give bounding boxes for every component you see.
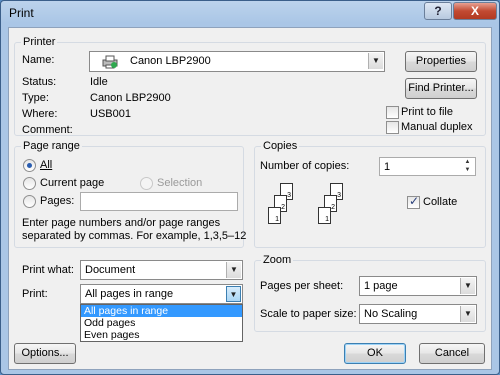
type-value: Canon LBP2900 [90,92,171,104]
pages-input[interactable] [80,192,238,211]
current-page-radio[interactable] [23,177,36,190]
print-what-label: Print what: [22,264,74,276]
chevron-down-icon[interactable]: ▼ [226,286,241,302]
printer-name-select[interactable]: Canon LBP2900 ▼ [89,51,385,72]
zoom-group-label: Zoom [261,254,294,266]
options-button[interactable]: Options... [14,343,76,364]
number-of-copies-spinner[interactable]: 1 ▲ ▼ [379,157,476,176]
print-what-select[interactable]: Document ▼ [80,260,243,280]
chevron-down-icon[interactable]: ▼ [460,278,475,294]
window-title: Print [9,6,34,20]
pages-per-sheet-select[interactable]: 1 page ▼ [359,276,477,296]
collate-label: Collate [423,196,458,208]
find-printer-button[interactable]: Find Printer... [405,78,477,99]
pages-radio[interactable] [23,195,36,208]
collate-page-icon: 1 [268,207,281,224]
help-button[interactable]: ? [424,2,452,20]
dropdown-option-odd-pages[interactable]: Odd pages [81,317,242,329]
scale-to-paper-select[interactable]: No Scaling ▼ [359,304,477,324]
chevron-down-icon[interactable]: ▼ [226,262,241,278]
where-value: USB001 [90,108,131,120]
manual-duplex-label: Manual duplex [401,121,473,133]
pages-per-sheet-label: Pages per sheet: [260,280,344,292]
dialog-body: Printer Name: Canon LBP2900 ▼ Status: Id… [8,27,492,370]
all-pages-radio[interactable] [23,159,36,172]
properties-button[interactable]: Properties [405,51,477,72]
selection-radio[interactable] [140,177,153,190]
cancel-button[interactable]: Cancel [419,343,485,364]
scale-to-paper-label: Scale to paper size: [260,308,357,320]
print-dropdown-list: All pages in range Odd pages Even pages [80,304,243,342]
number-of-copies-label: Number of copies: [260,160,350,172]
status-label: Status: [22,76,57,88]
manual-duplex-checkbox[interactable] [386,121,399,134]
printer-icon [102,55,118,69]
dropdown-option-all-pages[interactable]: All pages in range [81,305,242,317]
print-select[interactable]: All pages in range ▼ [80,284,243,304]
chevron-down-icon[interactable]: ▼ [368,53,383,69]
spin-down-icon[interactable]: ▼ [461,166,474,174]
collate-checkbox[interactable] [407,194,420,209]
close-button[interactable]: X [453,2,497,20]
print-to-file-checkbox[interactable] [386,106,399,119]
chevron-down-icon[interactable]: ▼ [460,306,475,322]
dropdown-option-even-pages[interactable]: Even pages [81,329,242,341]
title-bar: Print ? X [1,1,499,25]
page-range-help-line-1: Enter page numbers and/or page ranges [22,217,221,229]
ok-button[interactable]: OK [344,343,406,364]
pages-label: Pages: [40,195,75,207]
print-what-value: Document [85,264,136,276]
page-range-help-line-2: separated by commas. For example, 1,3,5–… [22,230,247,242]
status-value: Idle [90,76,108,88]
scale-to-paper-value: No Scaling [364,308,418,320]
type-label: Type: [22,92,49,104]
copies-group-label: Copies [261,140,300,152]
print-value: All pages in range [85,288,174,300]
current-page-label: Current page [40,177,105,189]
print-to-file-label: Print to file [401,106,453,118]
spin-up-icon[interactable]: ▲ [461,158,474,166]
number-of-copies-value: 1 [384,161,391,173]
name-label: Name: [22,54,55,66]
printer-group-label: Printer [21,36,58,48]
print-label: Print: [22,288,48,300]
comment-label: Comment: [22,124,73,136]
page-range-group-label: Page range [21,140,82,152]
all-pages-label: All [40,159,53,171]
print-dialog: Print ? X Printer Name: Canon LBP2900 ▼ … [0,0,500,375]
pages-per-sheet-value: 1 page [364,280,398,292]
printer-name-value: Canon LBP2900 [130,55,211,67]
selection-label: Selection [157,177,203,189]
collate-page-icon: 1 [318,207,331,224]
collate-illustration: 3 2 1 3 2 1 [262,183,372,238]
where-label: Where: [22,108,58,120]
